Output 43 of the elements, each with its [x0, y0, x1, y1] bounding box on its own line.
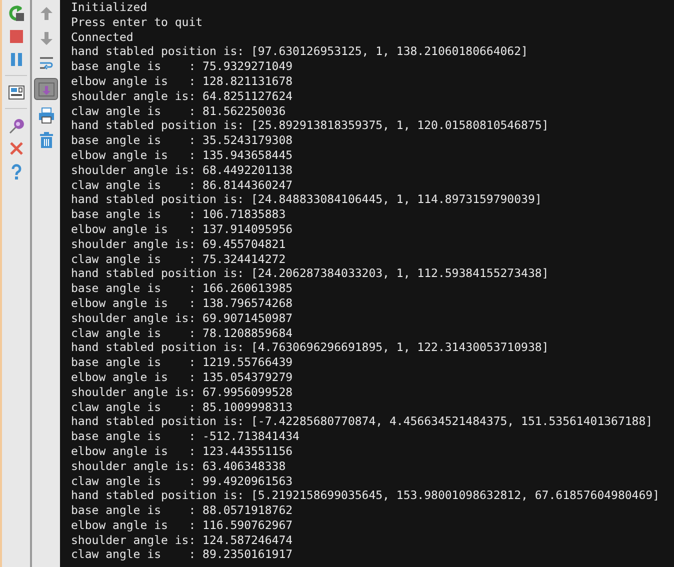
console-line: base angle is : 35.5243179308 [71, 133, 293, 148]
console-line: hand stabled position is: [-7.42285680770874, 4.456634521484375, 151.53561401367188] [71, 414, 653, 430]
console-line: Connected [71, 30, 134, 44]
console-line: claw angle is : 86.8144360247 [71, 178, 293, 192]
console-line: base angle is : 106.71835883 [71, 207, 286, 222]
console-line: elbow angle is : 137.914095956 [71, 222, 293, 237]
console-line: elbow angle is : 135.943658445 [71, 148, 293, 163]
console-line: elbow angle is : 116.590762967 [71, 518, 293, 533]
console-line: hand stabled position is: [5.2192158699035645, 153.98001098632812, 67.61857604980469] [71, 488, 660, 504]
scroll-to-end-icon [36, 80, 56, 98]
console-line: claw angle is : 75.324414272 [71, 252, 286, 266]
console-line: hand stabled position is: [4.7630696296691895, 1, 122.31430053710938] [71, 340, 549, 356]
console-line: Initialized [71, 0, 148, 15]
console-line: claw angle is : 99.4920961563 [71, 474, 293, 488]
console-line: shoulder angle is: 69.9071450987 [71, 310, 293, 326]
console-line: shoulder angle is: 124.587246474 [71, 532, 293, 548]
console-line: elbow angle is : 138.796574268 [71, 296, 293, 311]
console-line: Press enter to quit [71, 14, 203, 30]
console-line: base angle is : 75.9329271049 [71, 59, 293, 74]
console-line: base angle is : 166.260613985 [71, 281, 293, 296]
console-line: hand stabled position is: [24.206287384033203, 1, 112.59384155273438] [71, 266, 549, 282]
console-line: elbow angle is : 135.054379279 [71, 370, 293, 385]
scroll-to-end-button[interactable] [34, 78, 58, 100]
console-line: hand stabled position is: [24.848833084106445, 1, 114.8973159790039] [71, 192, 542, 208]
console-line: shoulder angle is: 67.9956099528 [71, 384, 293, 400]
console-line: base angle is : 1219.55766439 [71, 355, 293, 370]
console-line: claw angle is : 89.2350161917 [71, 547, 293, 562]
rerun-icon [6, 4, 26, 22]
console-line: base angle is : 88.0571918762 [71, 503, 293, 518]
console-line: hand stabled position is: [97.630126953125, 1, 138.21060180664062] [71, 44, 528, 60]
printer-icon [36, 106, 56, 124]
console-line: shoulder angle is: 63.406348338 [71, 458, 286, 474]
console-line: shoulder angle is: 64.8251127624 [71, 88, 293, 104]
console-line: claw angle is : 81.562250036 [71, 104, 286, 118]
console-line: elbow angle is : 123.443551156 [71, 444, 293, 459]
console-line: elbow angle is : 128.821131678 [71, 74, 293, 89]
layout-icon [6, 82, 26, 102]
console-line: hand stabled position is: [25.892913818359375, 1, 120.01580810546875] [71, 118, 549, 134]
console-line: shoulder angle is: 69.455704821 [71, 236, 286, 252]
console-line: shoulder angle is: 68.4492201138 [71, 162, 293, 178]
console-line: base angle is : -512.713841434 [71, 429, 300, 444]
console-line: claw angle is : 85.1009998313 [71, 400, 293, 414]
console-line: claw angle is : 78.1208859684 [71, 326, 293, 340]
